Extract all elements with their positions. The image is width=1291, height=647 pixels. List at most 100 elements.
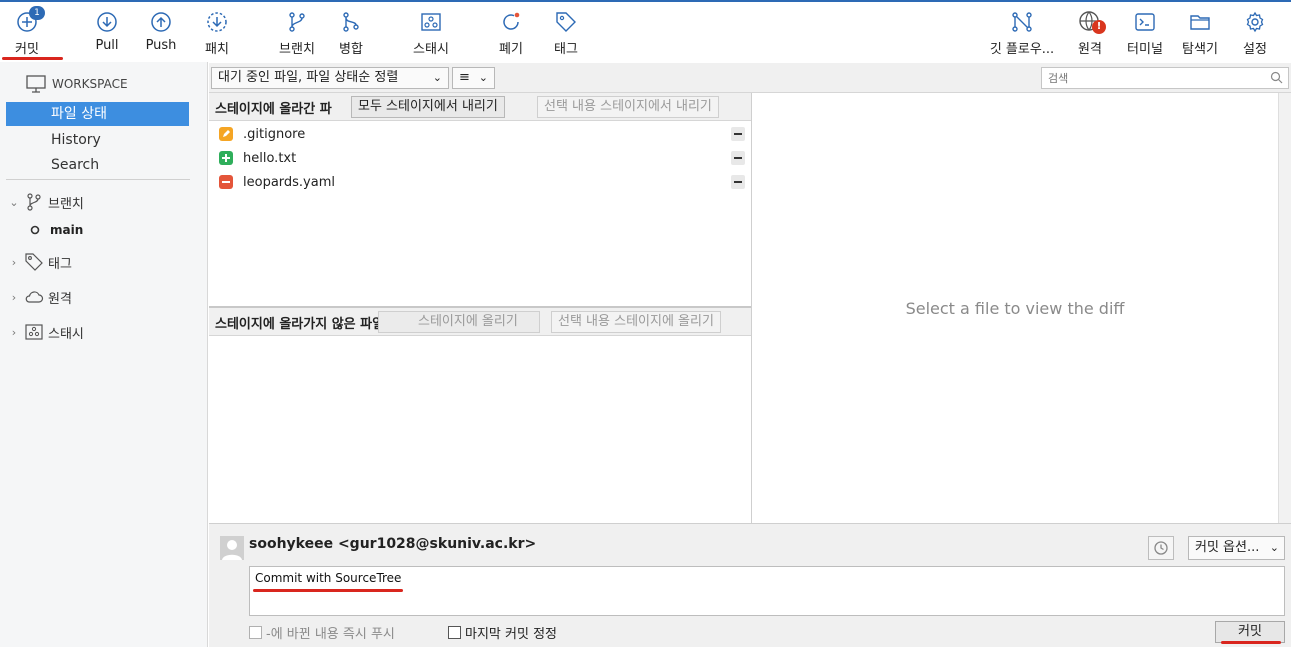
modified-status-icon — [219, 127, 233, 141]
search-input[interactable] — [1042, 68, 1262, 88]
staged-title: 스테이지에 올라간 파 — [215, 102, 332, 117]
tag-icon — [25, 253, 43, 271]
chevron-right-icon: › — [11, 290, 17, 304]
commit-toolbar-label: 커밋 — [15, 42, 39, 57]
sidebar-group-branches[interactable]: ⌄ 브랜치 — [8, 190, 84, 214]
git-flow-button[interactable]: 깃 플로우... — [986, 2, 1058, 62]
stage-selected-button[interactable]: 선택 내용 스테이지에 올리기 — [551, 311, 721, 333]
unstage-file-button[interactable] — [731, 151, 745, 165]
sidebar-item-history[interactable]: History — [6, 128, 189, 152]
commit-options-dropdown[interactable]: 커밋 옵션... ⌄ — [1188, 536, 1285, 560]
chevron-down-icon: ⌄ — [9, 195, 19, 209]
stage-all-button[interactable]: 스테이지에 올리기 — [378, 311, 540, 333]
tag-button[interactable]: 태그 — [549, 2, 583, 62]
unstaged-header: 스테이지에 올라가지 않은 파일 스테이지에 올리기 선택 내용 스테이지에 올… — [209, 308, 751, 336]
list-view-icon: ≡ — [459, 70, 470, 85]
discard-icon — [499, 10, 523, 34]
merge-icon — [339, 10, 363, 34]
main-toolbar: 1 커밋 Pull Push 패치 브랜치 병합 스태시 폐기 태그 깃 플로우… — [0, 2, 1291, 62]
file-name: leopards.yaml — [243, 174, 335, 190]
sidebar-group-remotes[interactable]: › 원격 — [8, 285, 72, 309]
commit-button-annotation — [1221, 641, 1281, 644]
sidebar-item-file-status[interactable]: 파일 상태 — [6, 102, 189, 126]
fetch-label: 패치 — [205, 42, 229, 57]
sidebar-branch-main[interactable]: main — [30, 220, 83, 240]
discard-button[interactable]: 폐기 — [493, 2, 529, 62]
pull-label: Pull — [95, 38, 119, 53]
sidebar-item-search[interactable]: Search — [6, 153, 189, 177]
workspace-header: WORKSPACE — [26, 75, 128, 93]
staged-file-row[interactable]: .gitignore — [209, 122, 751, 146]
tags-label: 태그 — [48, 256, 72, 272]
unstage-file-button[interactable] — [731, 175, 745, 189]
staged-file-row[interactable]: hello.txt — [209, 146, 751, 170]
unstage-file-button[interactable] — [731, 127, 745, 141]
push-button[interactable]: Push — [142, 2, 180, 62]
amend-checkbox[interactable] — [448, 626, 461, 639]
stash-icon — [419, 10, 443, 34]
remote-label: 원격 — [1078, 42, 1102, 57]
search-icon — [1270, 71, 1283, 88]
file-name: .gitignore — [243, 126, 306, 142]
push-label: Push — [145, 38, 177, 53]
push-immediately-checkbox[interactable] — [249, 626, 262, 639]
chevron-down-icon: ⌄ — [432, 71, 442, 84]
commit-message-input[interactable]: Commit with SourceTree — [249, 566, 1285, 616]
explorer-button[interactable]: 탐색기 — [1177, 2, 1223, 62]
stash-label: 스태시 — [413, 42, 449, 57]
chevron-down-icon: ⌄ — [478, 71, 488, 84]
remotes-label: 원격 — [48, 291, 72, 307]
sidebar-group-tags[interactable]: › 태그 — [8, 250, 72, 274]
arrow-down-circle-icon — [95, 10, 119, 34]
merge-button[interactable]: 병합 — [334, 2, 368, 62]
pull-button[interactable]: Pull — [88, 2, 126, 62]
push-immediately-option[interactable]: -에 바뀐 내용 즉시 푸시 — [249, 623, 395, 642]
commit-count-badge: 1 — [29, 6, 45, 20]
commit-message-annotation — [253, 589, 403, 592]
branch-icon — [285, 10, 309, 34]
commit-options-label: 커밋 옵션... — [1195, 540, 1260, 555]
git-flow-label: 깃 플로우... — [989, 42, 1055, 57]
monitor-icon — [26, 75, 46, 93]
discard-label: 폐기 — [499, 42, 523, 57]
push-immediately-label: -에 바뀐 내용 즉시 푸시 — [266, 627, 395, 642]
git-flow-icon — [1010, 10, 1034, 34]
tag-icon — [554, 10, 578, 34]
explorer-label: 탐색기 — [1182, 42, 1218, 57]
view-mode-dropdown[interactable]: ≡ ⌄ — [452, 67, 495, 89]
search-box[interactable] — [1041, 67, 1289, 89]
file-filter-dropdown[interactable]: 대기 중인 파일, 파일 상태순 정렬 ⌄ — [211, 67, 449, 89]
unstaged-title: 스테이지에 올라가지 않은 파일 — [215, 317, 385, 332]
branch-label: 브랜치 — [279, 42, 315, 57]
filter-bar: 대기 중인 파일, 파일 상태순 정렬 ⌄ ≡ ⌄ — [209, 63, 1291, 93]
sidebar: WORKSPACE 파일 상태 History Search ⌄ 브랜치 mai… — [0, 62, 208, 647]
sidebar-divider — [6, 179, 190, 180]
amend-option[interactable]: 마지막 커밋 정정 — [448, 623, 557, 642]
avatar — [220, 536, 244, 560]
unstage-all-button[interactable]: 모두 스테이지에서 내리기 — [351, 96, 505, 118]
commit-author: soohykeee <gur1028@skuniv.ac.kr> — [249, 536, 537, 552]
unstage-selected-button[interactable]: 선택 내용 스테이지에서 내리기 — [537, 96, 719, 118]
terminal-label: 터미널 — [1127, 42, 1163, 57]
remote-button[interactable]: ! 원격 — [1073, 2, 1107, 62]
terminal-icon — [1133, 10, 1157, 34]
staged-file-row[interactable]: leopards.yaml — [209, 170, 751, 194]
branch-button[interactable]: 브랜치 — [274, 2, 320, 62]
remote-alert-badge: ! — [1092, 20, 1106, 34]
fetch-button[interactable]: 패치 — [198, 2, 236, 62]
sidebar-group-stashes[interactable]: › 스태시 — [8, 320, 84, 344]
commit-toolbar-button[interactable]: 1 커밋 — [8, 2, 46, 62]
current-branch-icon — [30, 225, 40, 235]
unstaged-file-list — [209, 337, 751, 523]
diff-scrollbar[interactable] — [1278, 93, 1291, 523]
commit-button[interactable]: 커밋 — [1215, 621, 1285, 643]
diff-panel: Select a file to view the diff — [752, 93, 1278, 523]
removed-status-icon — [219, 175, 233, 189]
terminal-button[interactable]: 터미널 — [1122, 2, 1168, 62]
commit-history-button[interactable] — [1148, 536, 1174, 560]
stash-button[interactable]: 스태시 — [406, 2, 456, 62]
dashed-arrow-down-circle-icon — [205, 10, 229, 34]
cloud-icon — [25, 291, 44, 303]
settings-label: 설정 — [1243, 42, 1267, 57]
settings-button[interactable]: 설정 — [1237, 2, 1273, 62]
